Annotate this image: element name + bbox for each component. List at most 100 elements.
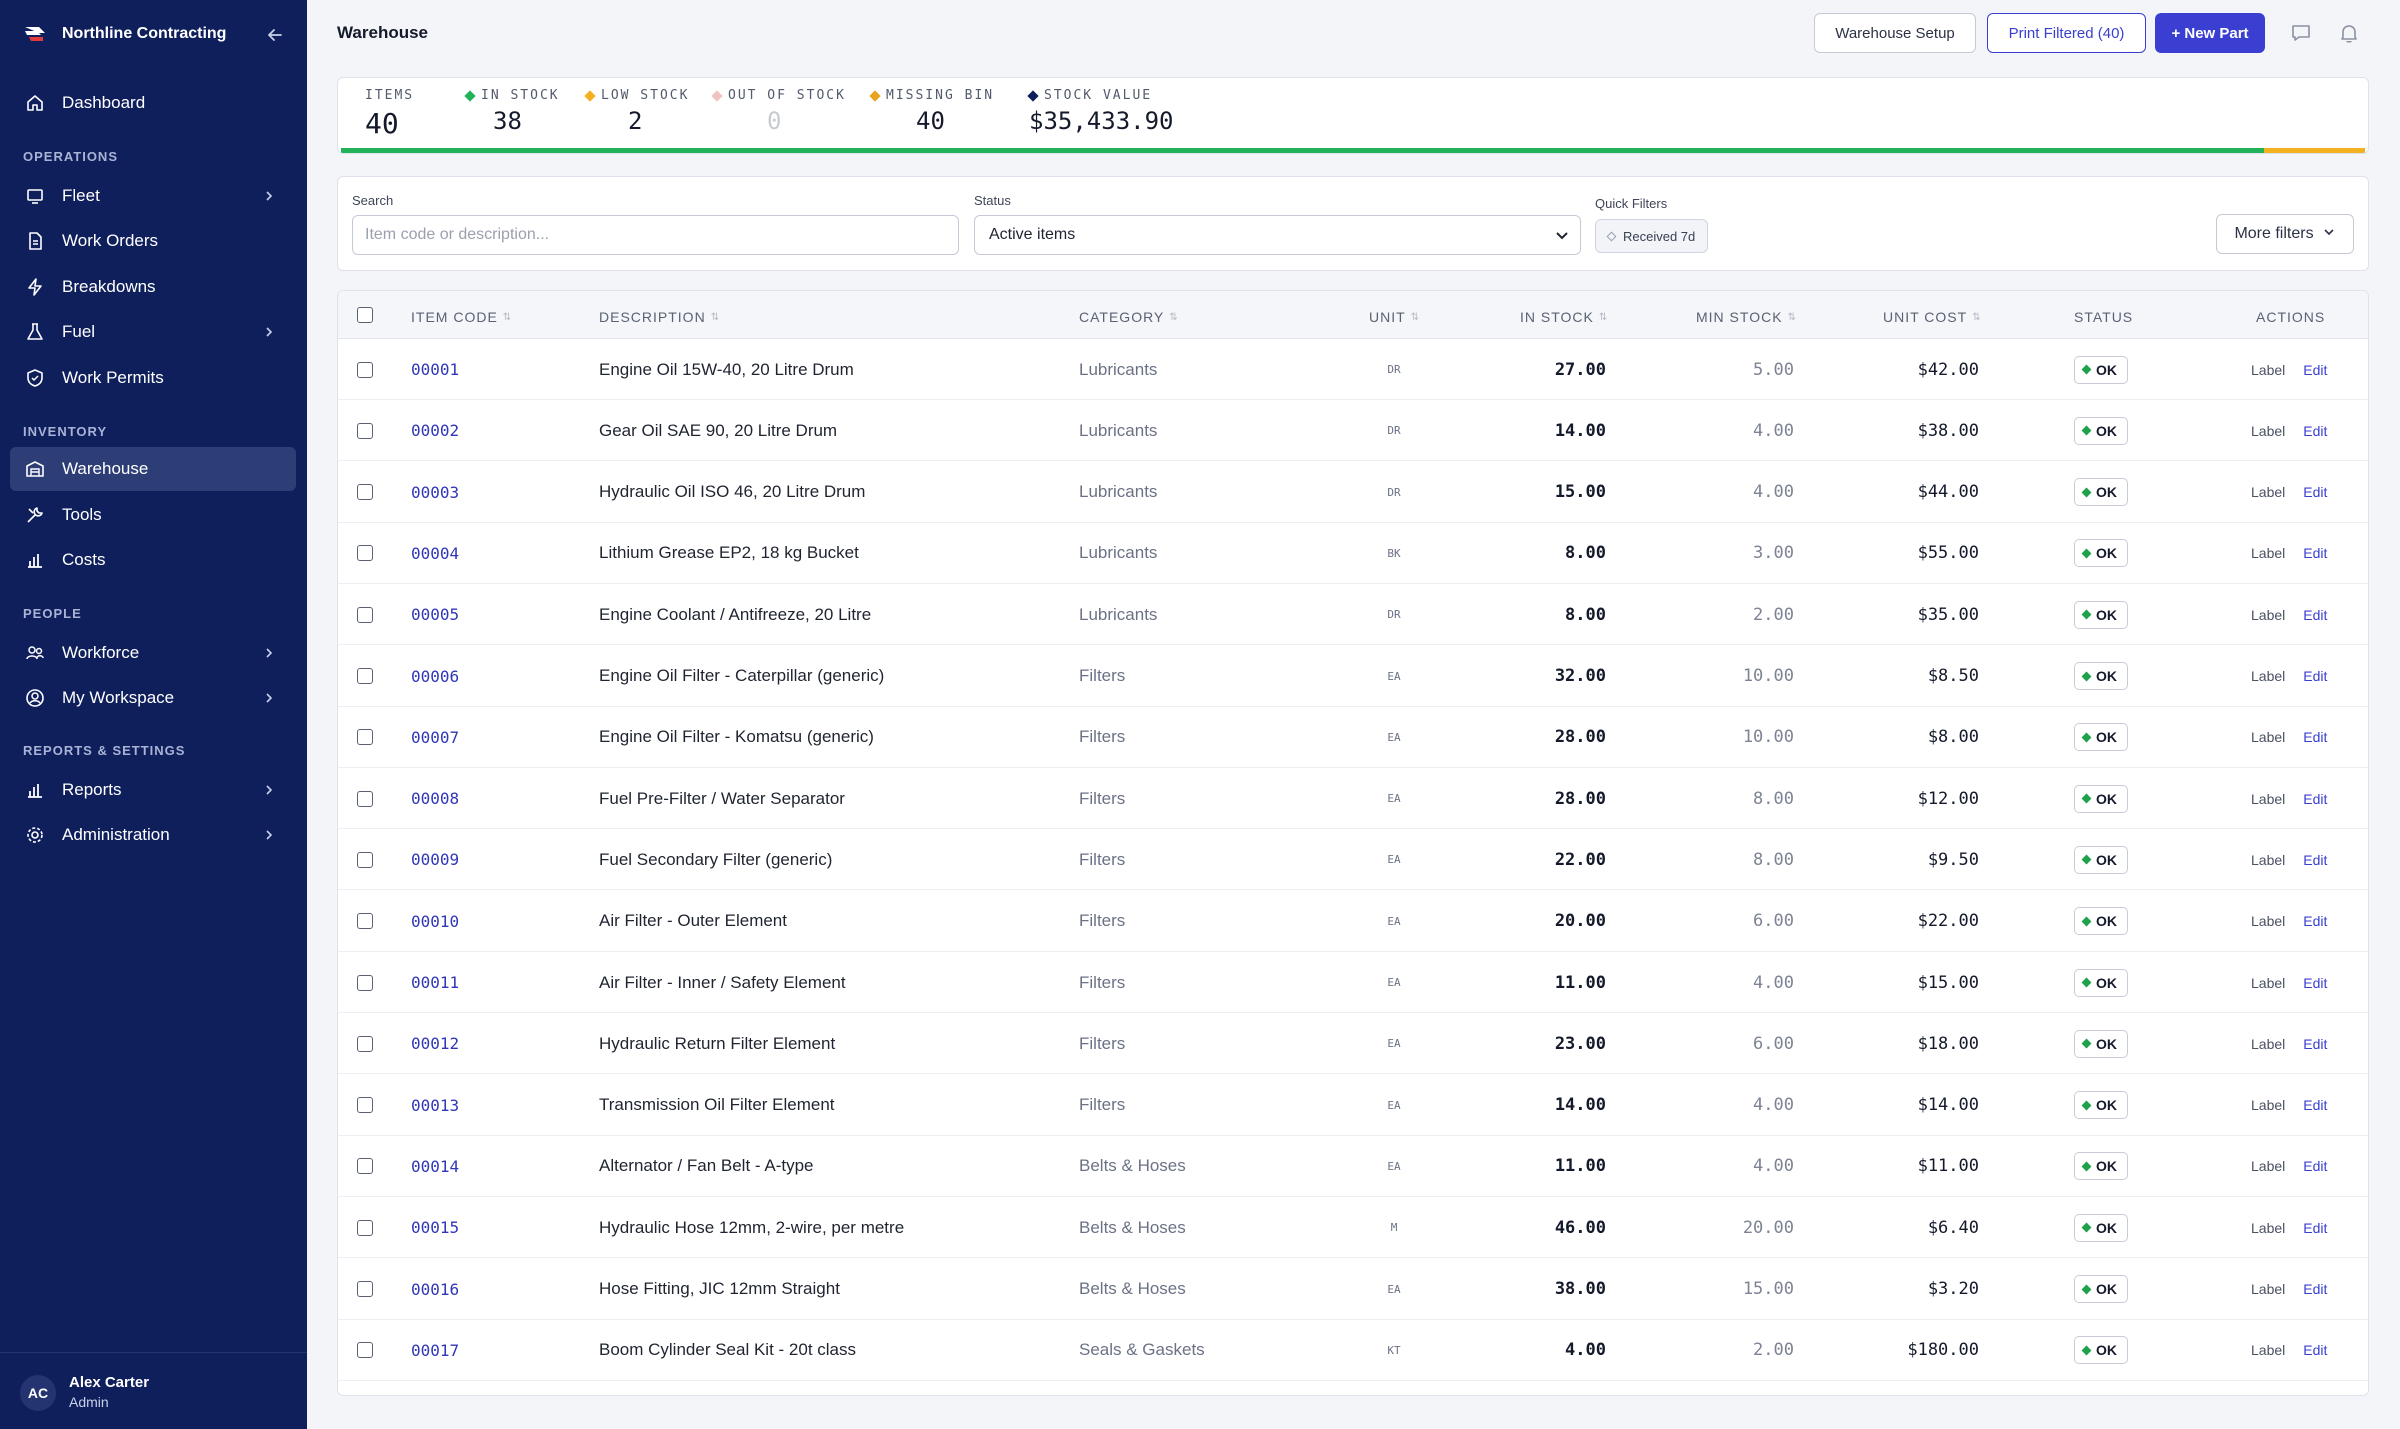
row-checkbox[interactable] <box>357 729 373 746</box>
table-row[interactable]: 00004 Lithium Grease EP2, 18 kg Bucket Lub… <box>338 523 2368 584</box>
row-checkbox[interactable] <box>357 851 373 868</box>
item-code-link[interactable]: 00011 <box>411 952 459 1013</box>
row-checkbox[interactable] <box>357 913 373 930</box>
edit-action-link[interactable]: Edit <box>2303 1097 2327 1113</box>
edit-action-link[interactable]: Edit <box>2303 607 2327 623</box>
nav-reports[interactable]: Reports <box>10 768 296 812</box>
table-row[interactable]: 00014 Alternator / Fan Belt - A-type Belts… <box>338 1136 2368 1197</box>
row-checkbox[interactable] <box>357 1097 373 1114</box>
label-action-link[interactable]: Label <box>2251 668 2285 684</box>
table-row[interactable]: 00003 Hydraulic Oil ISO 46, 20 Litre Drum… <box>338 462 2368 523</box>
item-code-link[interactable]: 00002 <box>411 400 459 461</box>
label-action-link[interactable]: Label <box>2251 852 2285 868</box>
nav-work-permits[interactable]: Work Permits <box>10 356 296 400</box>
bell-icon[interactable] <box>2337 21 2361 45</box>
item-code-link[interactable]: 00016 <box>411 1259 459 1320</box>
nav-tools[interactable]: Tools <box>10 493 296 537</box>
table-row[interactable]: 00011 Air Filter - Inner / Safety Element… <box>338 952 2368 1013</box>
edit-action-link[interactable]: Edit <box>2303 423 2327 439</box>
warehouse-setup-button[interactable]: Warehouse Setup <box>1814 13 1976 53</box>
row-checkbox[interactable] <box>357 1035 373 1052</box>
row-checkbox[interactable] <box>357 1219 373 1236</box>
item-code-link[interactable]: 00013 <box>411 1075 459 1136</box>
label-action-link[interactable]: Label <box>2251 1220 2285 1236</box>
item-code-link[interactable]: 00015 <box>411 1197 459 1258</box>
nav-dashboard[interactable]: Dashboard <box>10 81 296 125</box>
label-action-link[interactable]: Label <box>2251 545 2285 561</box>
collapse-sidebar-icon[interactable] <box>263 23 287 47</box>
edit-action-link[interactable]: Edit <box>2303 852 2327 868</box>
label-action-link[interactable]: Label <box>2251 1036 2285 1052</box>
item-code-link[interactable]: 00010 <box>411 891 459 952</box>
row-checkbox[interactable] <box>357 606 373 623</box>
edit-action-link[interactable]: Edit <box>2303 1342 2327 1358</box>
edit-action-link[interactable]: Edit <box>2303 668 2327 684</box>
row-checkbox[interactable] <box>357 974 373 991</box>
col-in-stock[interactable]: IN STOCK ⇅ <box>1520 309 1608 325</box>
chat-icon[interactable] <box>2289 21 2313 45</box>
nav-administration[interactable]: Administration <box>10 813 296 857</box>
nav-warehouse[interactable]: Warehouse <box>10 447 296 491</box>
select-all-checkbox[interactable] <box>357 307 373 323</box>
label-action-link[interactable]: Label <box>2251 1097 2285 1113</box>
nav-work-orders[interactable]: Work Orders <box>10 219 296 263</box>
edit-action-link[interactable]: Edit <box>2303 1281 2327 1297</box>
edit-action-link[interactable]: Edit <box>2303 362 2327 378</box>
nav-breakdowns[interactable]: Breakdowns <box>10 265 296 309</box>
item-code-link[interactable]: 00008 <box>411 768 459 829</box>
edit-action-link[interactable]: Edit <box>2303 1158 2327 1174</box>
brand[interactable]: Northline Contracting <box>22 19 287 49</box>
row-checkbox[interactable] <box>357 668 373 684</box>
item-code-link[interactable]: 00017 <box>411 1320 459 1381</box>
edit-action-link[interactable]: Edit <box>2303 791 2327 807</box>
label-action-link[interactable]: Label <box>2251 362 2285 378</box>
label-action-link[interactable]: Label <box>2251 975 2285 991</box>
quick-filter-received-7d[interactable]: Received 7d <box>1595 219 1709 253</box>
table-row[interactable]: 00001 Engine Oil 15W-40, 20 Litre Drum Lub… <box>338 339 2368 400</box>
edit-action-link[interactable]: Edit <box>2303 913 2327 929</box>
search-input[interactable] <box>352 215 959 255</box>
table-row[interactable]: 00017 Boom Cylinder Seal Kit - 20t class S… <box>338 1320 2368 1381</box>
item-code-link[interactable]: 00012 <box>411 1013 459 1074</box>
edit-action-link[interactable]: Edit <box>2303 484 2327 500</box>
col-category[interactable]: CATEGORY ⇅ <box>1079 309 1179 325</box>
label-action-link[interactable]: Label <box>2251 423 2285 439</box>
row-checkbox[interactable] <box>357 545 373 562</box>
row-checkbox[interactable] <box>357 361 373 378</box>
print-filtered-button[interactable]: Print Filtered (40) <box>1987 13 2146 53</box>
edit-action-link[interactable]: Edit <box>2303 1220 2327 1236</box>
stat-in-stock[interactable]: IN STOCK 38 <box>464 88 560 135</box>
item-code-link[interactable]: 00003 <box>411 462 459 523</box>
row-checkbox[interactable] <box>357 1158 373 1175</box>
row-checkbox[interactable] <box>357 484 373 501</box>
label-action-link[interactable]: Label <box>2251 791 2285 807</box>
stat-out-of-stock[interactable]: OUT OF STOCK 0 <box>711 88 846 135</box>
table-row[interactable]: 00016 Hose Fitting, JIC 12mm Straight Belt… <box>338 1259 2368 1320</box>
table-row[interactable]: 00008 Fuel Pre-Filter / Water Separator Fi… <box>338 768 2368 830</box>
item-code-link[interactable]: 00014 <box>411 1136 459 1197</box>
table-row[interactable]: 00013 Transmission Oil Filter Element Filt… <box>338 1075 2368 1136</box>
label-action-link[interactable]: Label <box>2251 484 2285 500</box>
table-row[interactable]: 00002 Gear Oil SAE 90, 20 Litre Drum Lubri… <box>338 400 2368 462</box>
item-code-link[interactable]: 00005 <box>411 584 459 645</box>
row-checkbox[interactable] <box>357 790 373 807</box>
item-code-link[interactable]: 00006 <box>411 646 459 707</box>
label-action-link[interactable]: Label <box>2251 1342 2285 1358</box>
item-code-link[interactable]: 00009 <box>411 829 459 890</box>
edit-action-link[interactable]: Edit <box>2303 1036 2327 1052</box>
nav-fleet[interactable]: Fleet <box>10 174 296 218</box>
edit-action-link[interactable]: Edit <box>2303 545 2327 561</box>
table-row[interactable]: 00009 Fuel Secondary Filter (generic) Filt… <box>338 829 2368 891</box>
edit-action-link[interactable]: Edit <box>2303 975 2327 991</box>
row-checkbox[interactable] <box>357 422 373 439</box>
status-select[interactable]: Active items <box>974 215 1581 255</box>
table-row[interactable]: 00012 Hydraulic Return Filter Element Filt… <box>338 1013 2368 1075</box>
label-action-link[interactable]: Label <box>2251 607 2285 623</box>
stat-missing-bin[interactable]: MISSING BIN 40 <box>869 88 994 135</box>
label-action-link[interactable]: Label <box>2251 729 2285 745</box>
nav-fuel[interactable]: Fuel <box>10 310 296 354</box>
nav-my-workspace[interactable]: My Workspace <box>10 676 296 720</box>
col-description[interactable]: DESCRIPTION ⇅ <box>599 309 720 325</box>
stat-low-stock[interactable]: LOW STOCK 2 <box>584 88 689 135</box>
item-code-link[interactable]: 00007 <box>411 707 459 768</box>
